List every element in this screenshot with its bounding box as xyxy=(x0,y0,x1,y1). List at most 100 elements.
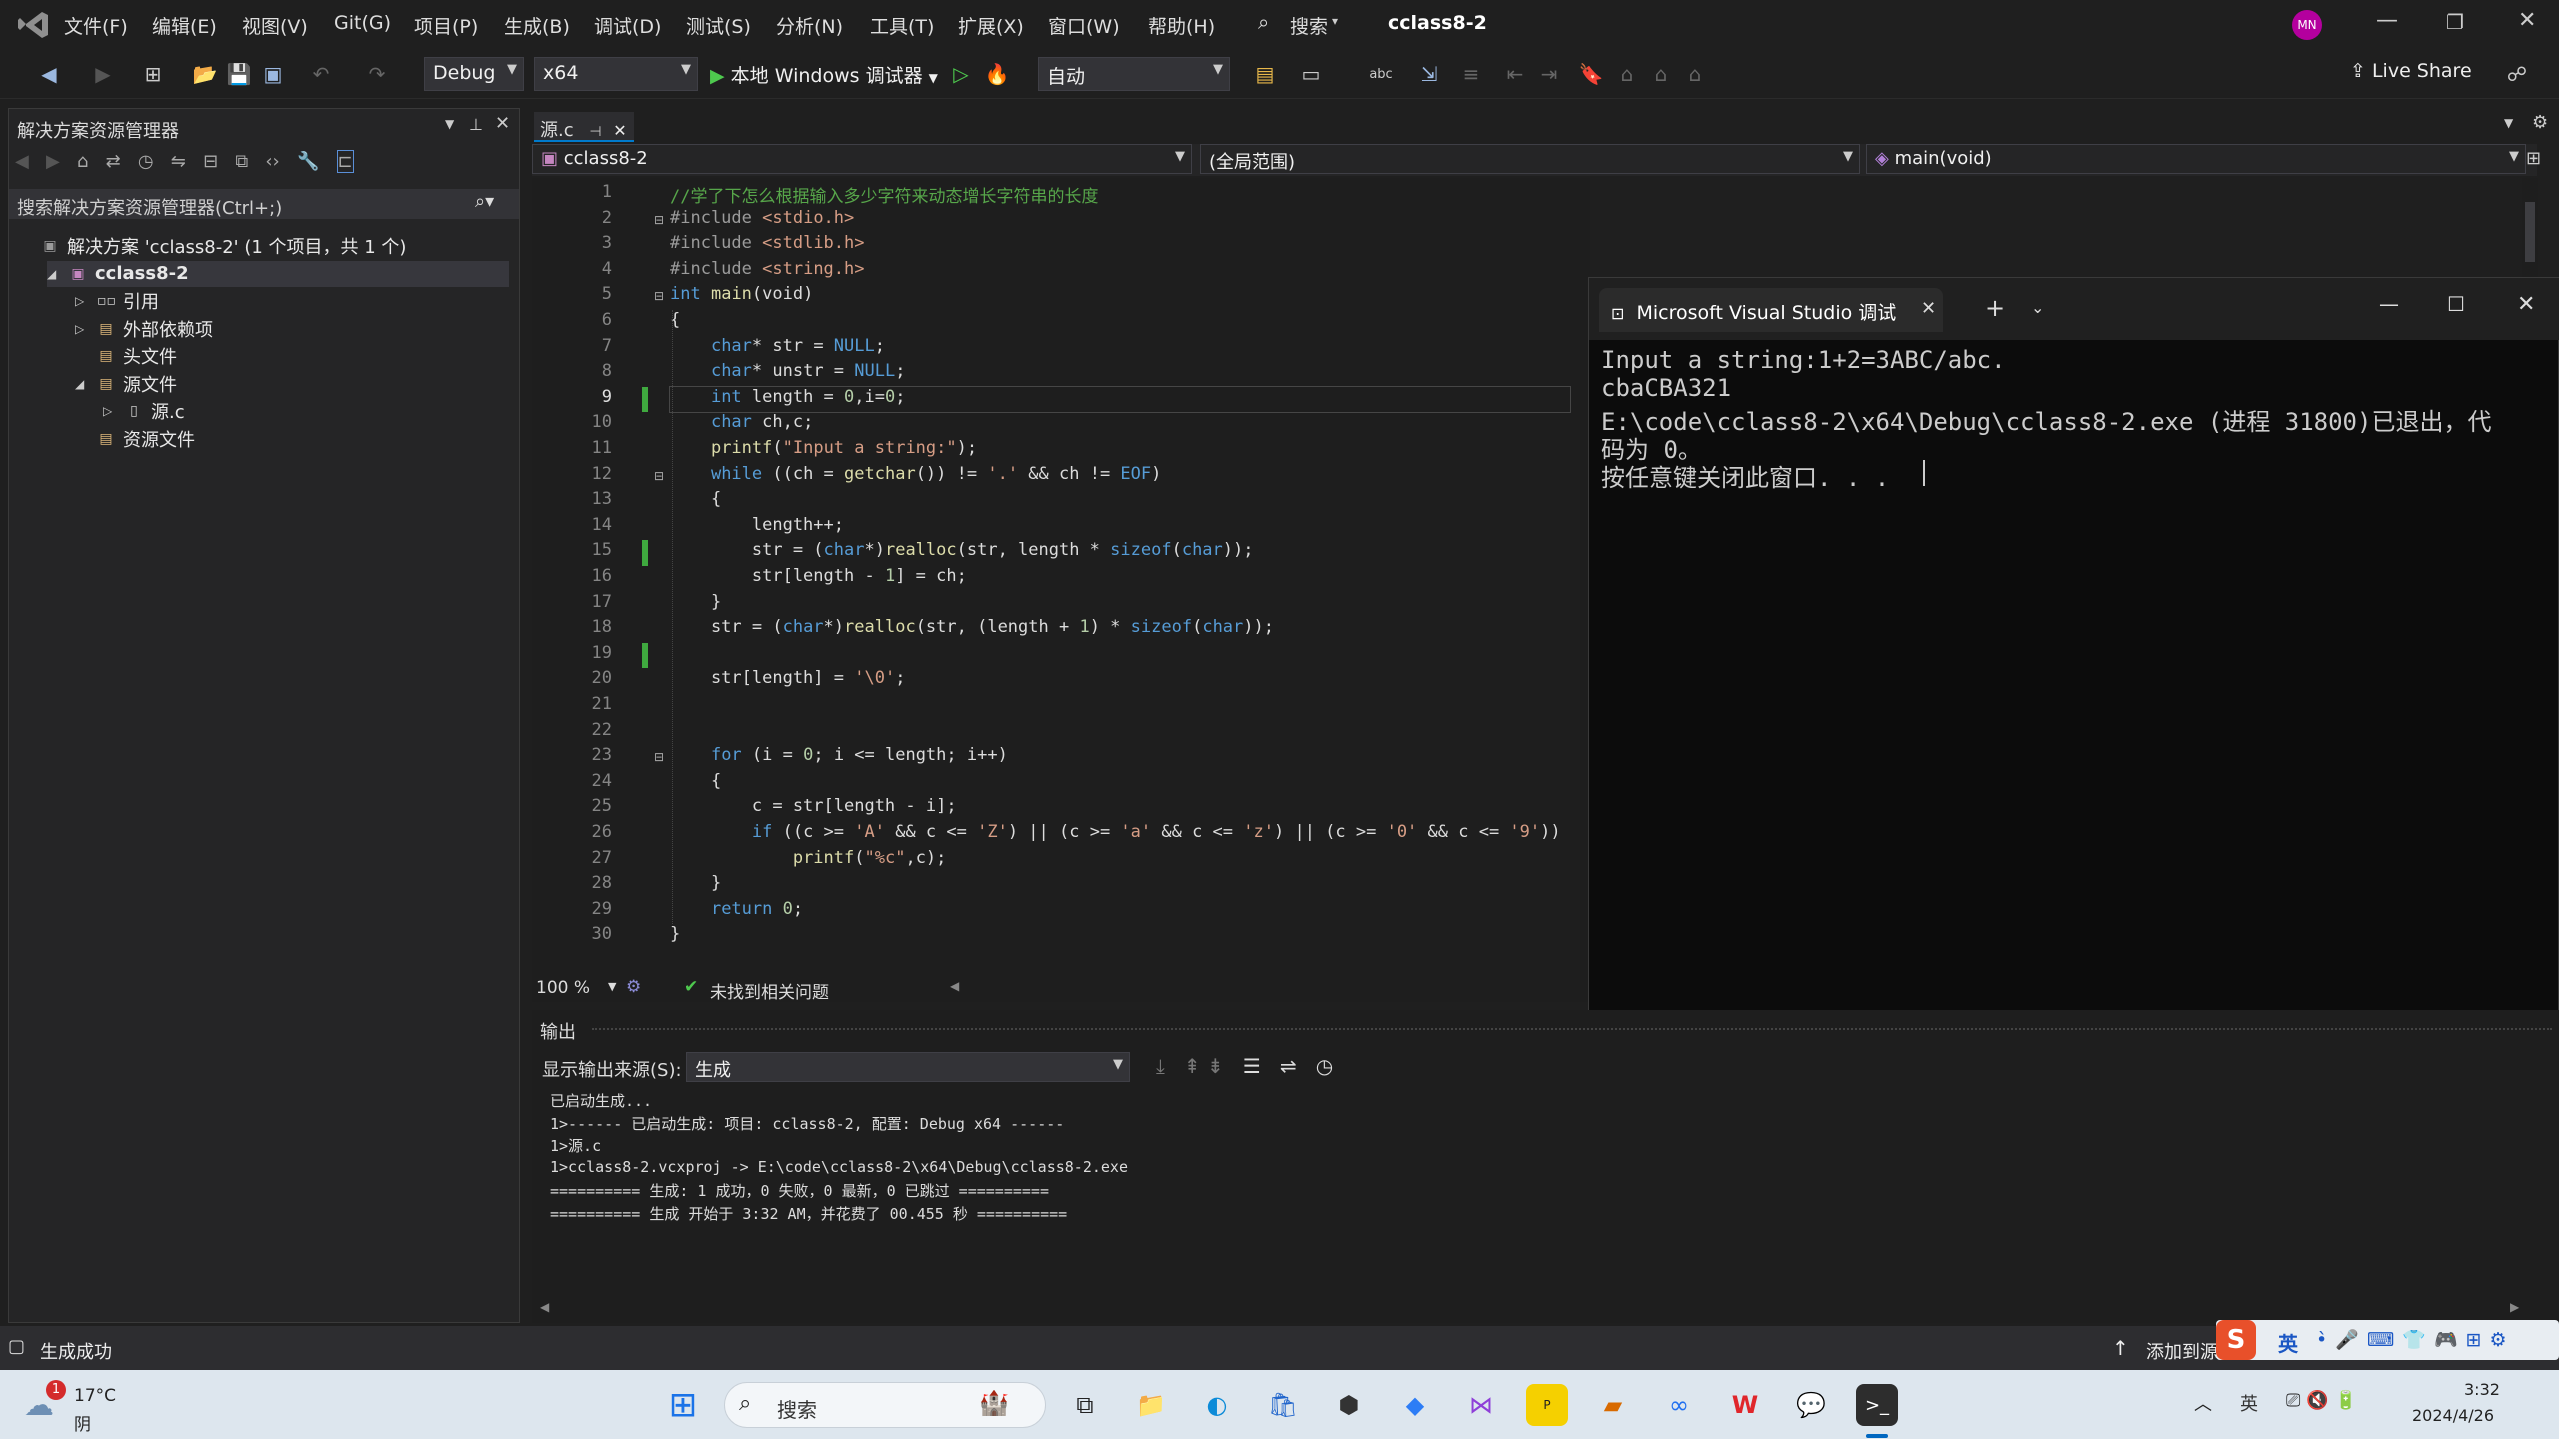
scroll-left-icon[interactable]: ◀ xyxy=(950,979,959,993)
menu-item-0[interactable]: 文件(F) xyxy=(64,12,128,39)
output-source-combo[interactable]: 生成 ▼ xyxy=(686,1052,1130,1082)
zoom-level[interactable]: 100 % xyxy=(536,978,590,998)
terminal-icon[interactable]: >_ xyxy=(1856,1384,1898,1426)
live-share-button[interactable]: ⇪ Live Share xyxy=(2350,60,2472,82)
tree-item[interactable]: ▷ ▫▫ 引用 xyxy=(75,288,159,314)
code-line[interactable]: printf("Input a string:"); xyxy=(670,438,977,464)
code-line[interactable]: printf("%c",c); xyxy=(670,848,947,874)
close-icon[interactable]: ✕ xyxy=(613,121,626,140)
unity-icon[interactable]: ⬢ xyxy=(1328,1384,1370,1426)
window-layout-icon[interactable]: ▭ xyxy=(1296,59,1326,89)
code-line[interactable]: //学了下怎么根据输入多少字符来动态增长字符串的长度 xyxy=(670,182,1098,208)
code-line[interactable]: str = (char*)realloc(str, (length + 1) *… xyxy=(670,617,1274,643)
scroll-thumb[interactable] xyxy=(2525,202,2535,262)
home-icon[interactable]: ⌂ xyxy=(77,151,88,172)
maximize-icon[interactable]: ☐ xyxy=(2447,292,2465,316)
scroll-right-icon[interactable]: ▶ xyxy=(2510,1300,2519,1314)
sync-icon[interactable]: ⇋ xyxy=(171,151,186,172)
back-icon[interactable]: ◀ xyxy=(34,59,64,89)
code-line[interactable]: } xyxy=(670,873,721,899)
find-message-icon[interactable]: ⤓ xyxy=(1156,1054,1165,1078)
platform-combo[interactable]: x64 ▼ xyxy=(534,57,698,91)
menu-item-10[interactable]: 扩展(X) xyxy=(958,12,1024,39)
redo-icon[interactable]: ↷ xyxy=(362,59,392,89)
tree-item[interactable]: ▤ 头文件 xyxy=(75,343,177,369)
code-line[interactable]: #include <stdio.h> xyxy=(670,208,854,234)
code-line[interactable]: { xyxy=(670,489,721,515)
menu-item-7[interactable]: 测试(S) xyxy=(686,12,751,39)
comment-icon[interactable]: ≡ xyxy=(1456,59,1486,89)
console-tab[interactable]: ⊡ Microsoft Visual Studio 调试 xyxy=(1599,288,1943,332)
view-code-icon[interactable]: ‹› xyxy=(265,151,279,172)
powerpoint-icon[interactable]: ▰ xyxy=(1592,1384,1634,1426)
bookmark-icon[interactable]: 🔖 xyxy=(1576,59,1606,89)
hot-reload-icon[interactable]: 🔥 xyxy=(982,59,1012,89)
code-line[interactable]: #include <string.h> xyxy=(670,259,865,285)
code-line[interactable]: int length = 0,i=0; xyxy=(669,385,1571,414)
ime-indicator-icon[interactable]: 英 xyxy=(2240,1390,2258,1416)
chevron-down-icon[interactable]: ▼ xyxy=(608,980,616,993)
gear-icon[interactable]: ⚙ xyxy=(2532,112,2548,133)
search-icon[interactable]: ⌕▾ xyxy=(475,191,494,212)
code-line[interactable]: int main(void) xyxy=(670,284,813,310)
collapse-all-icon[interactable]: ⊟ xyxy=(203,151,218,172)
pin-icon[interactable]: ⊥ xyxy=(469,115,483,134)
chevron-down-icon[interactable]: ⌄ xyxy=(2031,298,2044,317)
expander-icon[interactable]: ◢ xyxy=(75,377,97,391)
outdent-icon[interactable]: ⇤ xyxy=(1500,59,1530,89)
code-line[interactable]: char* str = NULL; xyxy=(670,336,885,362)
bookmark-next-icon[interactable]: ⌂ xyxy=(1646,59,1676,89)
wechat-icon[interactable]: 💬 xyxy=(1790,1384,1832,1426)
chevron-up-icon[interactable]: ︿ xyxy=(2194,1390,2212,1416)
task-view-icon[interactable]: ⧉ xyxy=(1064,1384,1106,1426)
output-hscrollbar[interactable]: ◀ ▶ xyxy=(540,1300,2530,1316)
menu-item-12[interactable]: 帮助(H) xyxy=(1148,12,1215,39)
feishu-icon[interactable]: ◆ xyxy=(1394,1384,1436,1426)
fold-icon[interactable]: ⊟ xyxy=(654,289,664,303)
chevron-down-icon[interactable]: ▼ xyxy=(445,117,454,131)
code-line[interactable]: for (i = 0; i <= length; i++) xyxy=(670,745,1008,771)
menu-item-11[interactable]: 窗口(W) xyxy=(1048,12,1120,39)
forward-icon[interactable]: ▶ xyxy=(46,151,60,172)
se-search-box[interactable]: 搜索解决方案资源管理器(Ctrl+;) xyxy=(9,189,519,219)
code-line[interactable]: } xyxy=(670,592,721,618)
visual-studio-icon[interactable]: ⋈ xyxy=(1460,1384,1502,1426)
next-message-icon[interactable]: ⇟ xyxy=(1207,1054,1224,1078)
code-line[interactable]: c = str[length - i]; xyxy=(670,796,957,822)
menu-item-2[interactable]: 视图(V) xyxy=(242,12,308,39)
word-wrap-icon[interactable]: ⇌ xyxy=(1280,1054,1297,1078)
split-icon[interactable]: ⊞ xyxy=(2526,148,2541,169)
code-line[interactable]: char* unstr = NULL; xyxy=(670,361,906,387)
back-icon[interactable]: ◀ xyxy=(15,151,29,172)
code-line[interactable]: str[length] = '\0'; xyxy=(670,668,906,694)
expander-icon[interactable]: ◢ xyxy=(47,267,69,281)
folder-icon[interactable]: ▤ xyxy=(1250,59,1280,89)
switch-views-icon[interactable]: ⇄ xyxy=(106,151,121,172)
properties-icon[interactable]: 🔧 xyxy=(297,151,319,172)
project-combo[interactable]: ▣ cclass8-2 ▼ xyxy=(532,144,1192,174)
upload-icon[interactable]: ↑ xyxy=(2112,1336,2129,1360)
start-debug-button[interactable]: ▶ 本地 Windows 调试器 ▼ xyxy=(710,61,938,88)
code-line[interactable]: if ((c >= 'A' && c <= 'Z') || (c >= 'a' … xyxy=(670,822,1561,848)
file-explorer-icon[interactable]: 📁 xyxy=(1130,1384,1172,1426)
feedback-icon[interactable]: ☍ xyxy=(2502,59,2532,89)
undo-icon[interactable]: ↶ xyxy=(306,59,336,89)
paper-icon[interactable]: P xyxy=(1526,1384,1568,1426)
save-icon[interactable]: 💾 xyxy=(224,59,254,89)
member-combo[interactable]: ◈ main(void) ▼ xyxy=(1866,144,2526,174)
new-tab-icon[interactable]: + xyxy=(1985,294,2005,322)
close-tab-icon[interactable]: ✕ xyxy=(1921,298,1936,319)
store-icon[interactable]: 🛍 xyxy=(1262,1384,1304,1426)
ime-mode[interactable]: 英 xyxy=(2278,1328,2298,1357)
tree-item[interactable]: ▷ ▤ 外部依赖项 xyxy=(75,316,213,342)
config-combo[interactable]: Debug ▼ xyxy=(424,57,524,91)
menu-item-5[interactable]: 生成(B) xyxy=(504,12,570,39)
fold-icon[interactable]: ⊟ xyxy=(654,750,664,764)
new-item-icon[interactable]: ⊞ xyxy=(138,59,168,89)
menu-item-8[interactable]: 分析(N) xyxy=(776,12,843,39)
fold-icon[interactable]: ⊟ xyxy=(654,469,664,483)
expander-icon[interactable]: ▷ xyxy=(75,294,97,308)
step-icon[interactable]: ⇲ xyxy=(1414,59,1444,89)
menu-item-9[interactable]: 工具(T) xyxy=(870,12,934,39)
menu-item-4[interactable]: 项目(P) xyxy=(414,12,478,39)
